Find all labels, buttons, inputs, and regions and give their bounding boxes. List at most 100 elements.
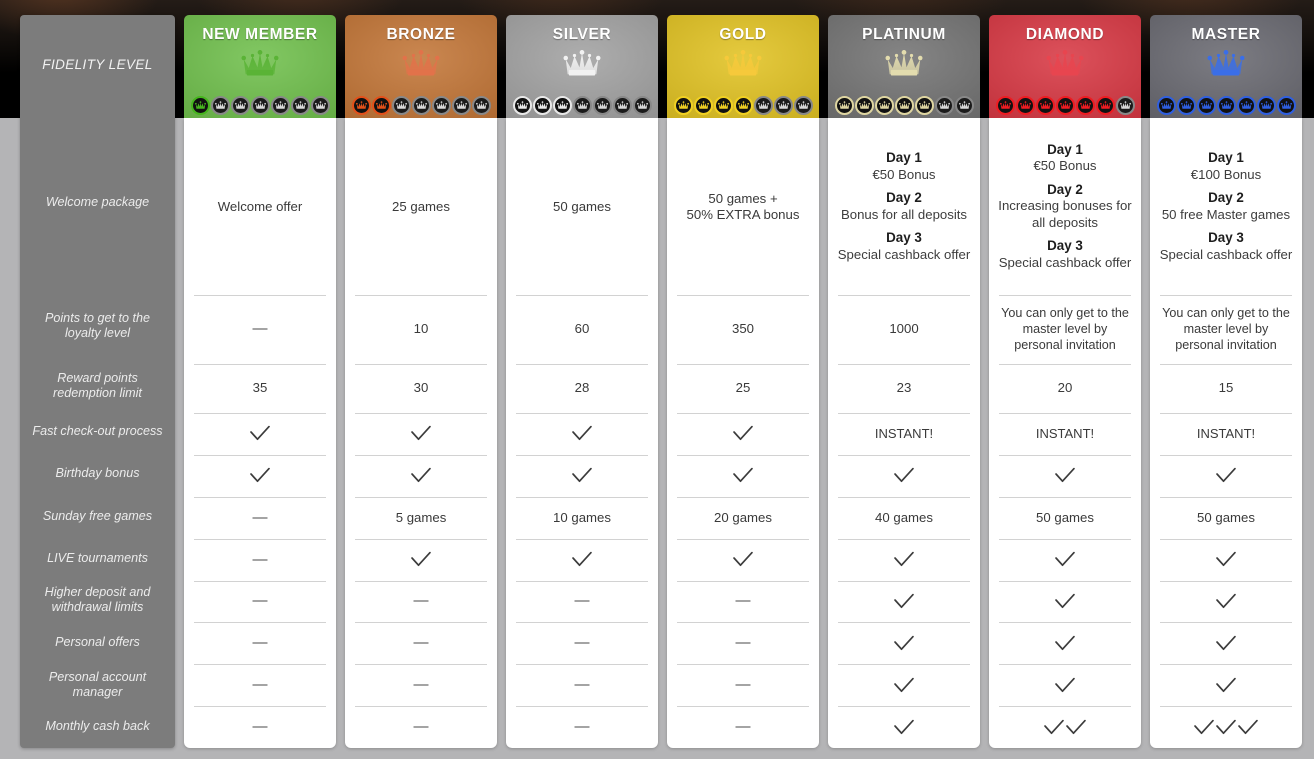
gold-sunday-free-games-value: 20 games xyxy=(714,509,772,525)
platinum-points-to-level-value: 1000 xyxy=(889,321,919,337)
tier-header-silver[interactable]: SILVER xyxy=(506,15,658,118)
tier-header-new-member[interactable]: NEW MEMBER xyxy=(184,15,336,118)
fidelity-level-comparison-table: FIDELITY LEVEL Welcome package Points to… xyxy=(0,0,1314,759)
cell-platinum-live-tournaments xyxy=(836,538,972,581)
bronze-monthly-cash-back-value: — xyxy=(413,718,429,736)
tier-header-bronze[interactable]: BRONZE xyxy=(345,15,497,118)
new-member-points-to-level-value: — xyxy=(252,320,268,338)
row-label-higher-limits: Higher deposit and withdrawal limits xyxy=(44,585,151,615)
cell-bronze-reward-points-limit: 30 xyxy=(353,363,489,413)
tier-body-gold: 50 games +50% EXTRA bonus 350 25 20 games — —… xyxy=(667,118,819,748)
tier-pip-6 xyxy=(612,96,632,115)
row-label-monthly-cash-back: Monthly cash back xyxy=(45,719,150,734)
tier-pip-2 xyxy=(371,96,391,115)
day-label: Day 3 xyxy=(886,230,922,245)
tier-column-bronze[interactable]: BRONZE 25 games 10 30 5 games — — — — xyxy=(345,15,497,748)
bronze-reward-points-limit-value: 30 xyxy=(413,380,429,396)
tier-pip-6 xyxy=(1095,96,1115,115)
check-icon xyxy=(893,593,915,610)
tier-pip-7 xyxy=(954,96,974,115)
tier-name-label: GOLD xyxy=(719,26,767,43)
tier-column-diamond[interactable]: DIAMOND Day 1 €50 Bonus Day 2 Increasing bon… xyxy=(989,15,1141,748)
tier-pip-3 xyxy=(391,96,411,115)
cell-diamond-sunday-free-games: 50 games xyxy=(997,496,1133,539)
tier-pip-5 xyxy=(1075,96,1095,115)
tier-name-label: PLATINUM xyxy=(862,26,946,43)
check-icon xyxy=(1043,719,1065,736)
diamond-points-to-level-value: You can only get to the master level by … xyxy=(1001,306,1129,353)
tier-pip-5 xyxy=(753,96,773,115)
platinum-higher-limits-checkmarks xyxy=(893,593,915,610)
cell-master-birthday-bonus xyxy=(1158,454,1294,497)
silver-live-tournaments-checkmarks xyxy=(571,551,593,568)
bronze-personal-offers-value: — xyxy=(413,634,429,652)
tier-header-platinum[interactable]: PLATINUM xyxy=(828,15,980,118)
cell-silver-welcome-package: 50 games xyxy=(514,118,650,295)
bronze-higher-limits-value: — xyxy=(413,592,429,610)
cell-silver-higher-limits: — xyxy=(514,580,650,623)
tier-header-diamond[interactable]: DIAMOND xyxy=(989,15,1141,118)
gold-higher-limits-value: — xyxy=(735,592,751,610)
tier-pip-row xyxy=(184,96,336,115)
diamond-live-tournaments-checkmarks xyxy=(1054,551,1076,568)
tier-header-master[interactable]: MASTER xyxy=(1150,15,1302,118)
tier-pip-row xyxy=(828,96,980,115)
tier-pip-2 xyxy=(532,96,552,115)
cell-platinum-personal-offers xyxy=(836,622,972,664)
check-icon xyxy=(1215,677,1237,694)
silver-personal-offers-value: — xyxy=(574,634,590,652)
platinum-birthday-bonus-checkmarks xyxy=(893,467,915,484)
cell-bronze-live-tournaments xyxy=(353,538,489,581)
check-icon xyxy=(571,551,593,568)
tier-column-platinum[interactable]: PLATINUM Day 1 €50 Bonus Day 2 Bonus for all… xyxy=(828,15,980,748)
cell-gold-sunday-free-games: 20 games xyxy=(675,496,811,539)
tier-pip-6 xyxy=(290,96,310,115)
check-icon xyxy=(1054,593,1076,610)
cell-silver-birthday-bonus xyxy=(514,454,650,497)
gold-reward-points-limit-value: 25 xyxy=(735,380,751,396)
check-icon xyxy=(893,719,915,736)
cell-gold-fast-checkout xyxy=(675,413,811,455)
diamond-account-manager-checkmarks xyxy=(1054,677,1076,694)
bronze-welcome-package-value: 25 games xyxy=(392,198,450,214)
cell-diamond-higher-limits xyxy=(997,580,1133,623)
tier-column-new-member[interactable]: NEW MEMBER Welcome offer — 35 — — — — — — xyxy=(184,15,336,748)
cell-gold-reward-points-limit: 25 xyxy=(675,363,811,413)
day-label: Day 1 xyxy=(886,150,922,165)
gold-account-manager-value: — xyxy=(735,676,751,694)
check-icon xyxy=(1054,551,1076,568)
cell-master-points-to-level: You can only get to the master level by … xyxy=(1158,295,1294,364)
check-icon xyxy=(249,467,271,484)
crown-icon xyxy=(1045,47,1085,79)
new-member-fast-checkout-checkmarks xyxy=(249,425,271,442)
tier-pip-1 xyxy=(673,96,693,115)
tier-column-silver[interactable]: SILVER 50 games 60 28 10 games — — — — xyxy=(506,15,658,748)
tier-header-gold[interactable]: GOLD xyxy=(667,15,819,118)
row-label-welcome-package: Welcome package xyxy=(45,195,150,210)
tier-column-gold[interactable]: GOLD 50 games +50% EXTRA bonus 350 25 20 gam… xyxy=(667,15,819,748)
silver-points-to-level-value: 60 xyxy=(574,321,590,337)
cell-bronze-account-manager: — xyxy=(353,664,489,706)
check-icon xyxy=(571,425,593,442)
cell-platinum-account-manager xyxy=(836,664,972,706)
tier-pip-5 xyxy=(592,96,612,115)
diamond-sunday-free-games-value: 50 games xyxy=(1036,509,1094,525)
cell-silver-monthly-cash-back: — xyxy=(514,706,650,748)
row-label-live-tournaments: LIVE tournaments xyxy=(47,550,148,565)
new-member-reward-points-limit-value: 35 xyxy=(252,380,268,396)
cell-diamond-live-tournaments xyxy=(997,538,1133,581)
master-birthday-bonus-checkmarks xyxy=(1215,467,1237,484)
day-text: €50 Bonus xyxy=(872,166,936,182)
master-higher-limits-checkmarks xyxy=(1215,593,1237,610)
gold-live-tournaments-checkmarks xyxy=(732,551,754,568)
platinum-account-manager-checkmarks xyxy=(893,677,915,694)
tier-column-master[interactable]: MASTER Day 1 €100 Bonus Day 2 50 free Master… xyxy=(1150,15,1302,748)
cell-master-account-manager xyxy=(1158,664,1294,706)
master-reward-points-limit-value: 15 xyxy=(1218,380,1234,396)
row-label-sunday-free-games: Sunday free games xyxy=(42,508,153,523)
diamond-higher-limits-checkmarks xyxy=(1054,593,1076,610)
check-icon xyxy=(893,635,915,652)
check-icon xyxy=(249,425,271,442)
fidelity-level-header-label: FIDELITY LEVEL xyxy=(42,56,153,72)
cell-diamond-reward-points-limit: 20 xyxy=(997,363,1133,413)
